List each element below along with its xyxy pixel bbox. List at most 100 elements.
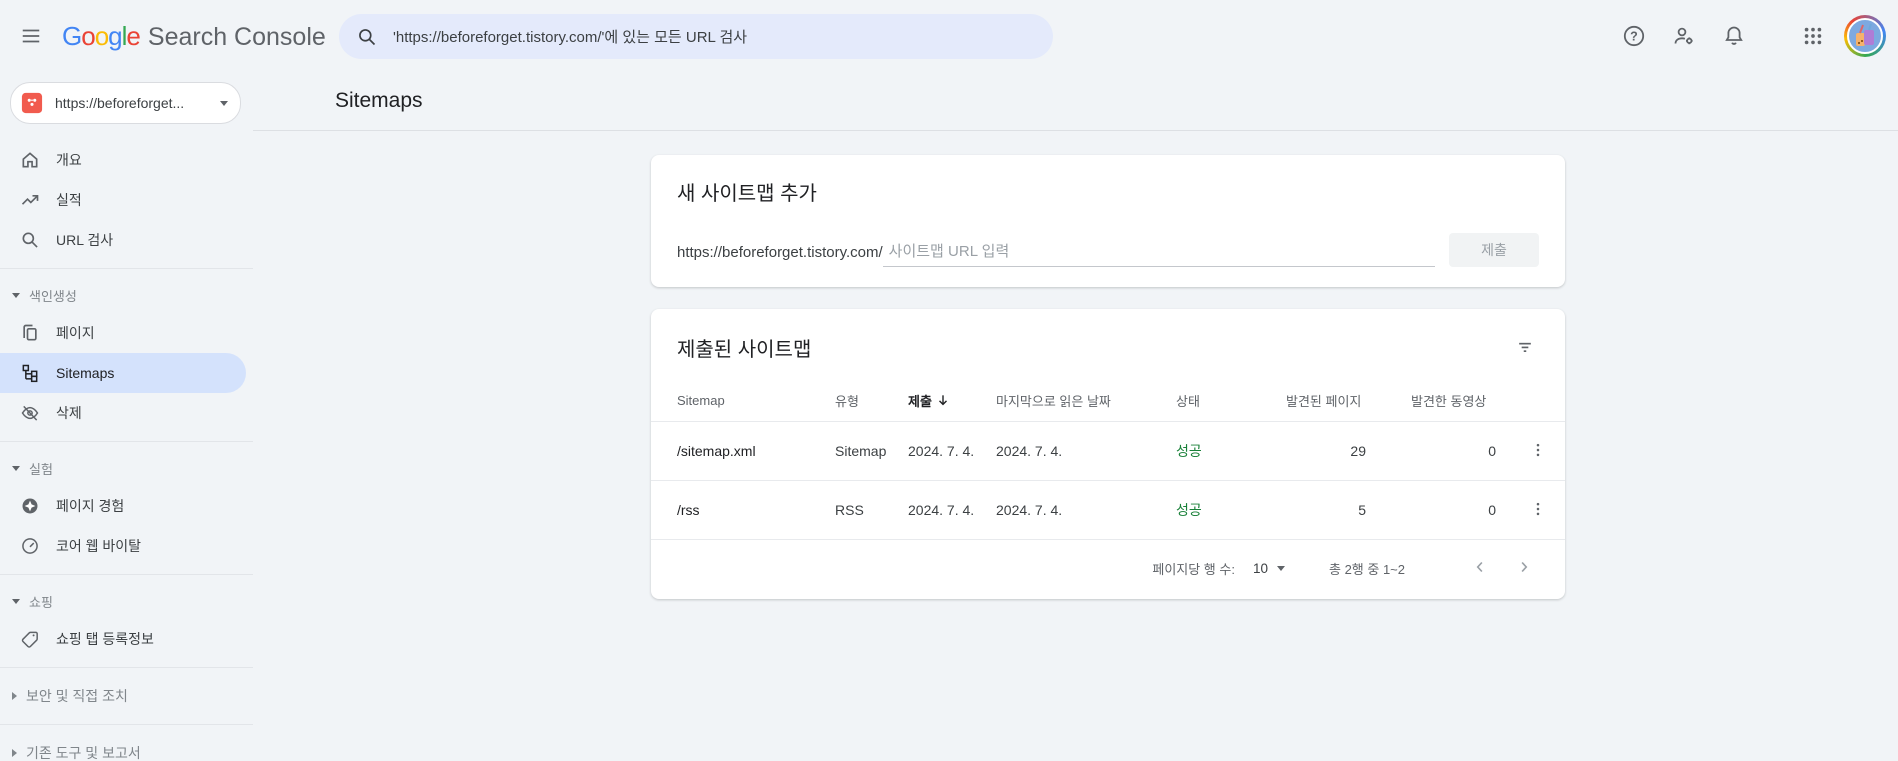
submit-sitemap-button[interactable]: 제출: [1449, 233, 1539, 267]
top-bar: Google Search Console ?: [0, 0, 1898, 72]
sidebar-item-pages[interactable]: 페이지: [0, 313, 253, 353]
caret-down-icon: [12, 465, 20, 471]
chevron-right-icon[interactable]: [1511, 554, 1537, 583]
logo-product-name: Search Console: [147, 22, 326, 51]
speedometer-icon: [20, 536, 40, 556]
table-row[interactable]: /sitemap.xml Sitemap 2024. 7. 4. 2024. 7…: [651, 421, 1565, 481]
sidebar-item-page-experience[interactable]: 페이지 경험: [0, 486, 253, 526]
apps-grid-icon[interactable]: [1796, 19, 1830, 53]
logo-letter: o: [94, 20, 110, 51]
rows-per-page-label: 페이지당 행 수:: [1152, 562, 1235, 577]
submitted-sitemaps-header: 제출된 사이트맵: [651, 309, 1565, 363]
shopping-tag-icon: [20, 629, 40, 649]
sidebar-section-legacy-tools[interactable]: 기존 도구 및 보고서: [0, 733, 253, 761]
chevron-left-icon[interactable]: [1467, 554, 1493, 583]
table-row[interactable]: /rss RSS 2024. 7. 4. 2024. 7. 4. 성공 5 0: [651, 480, 1565, 539]
sitemap-url-input[interactable]: [882, 243, 1435, 267]
submitted-sitemaps-card: 제출된 사이트맵 Sitemap 유형 제출 마지막으로 읽은 날짜 상태 발견…: [651, 309, 1565, 599]
url-inspection-search-bar[interactable]: [339, 14, 1053, 59]
divider: [0, 667, 253, 668]
property-favicon: [19, 90, 45, 116]
sidebar-item-label: 페이지 경험: [56, 498, 125, 514]
section-title: 기존 도구 및 보고서: [26, 745, 141, 761]
divider: [0, 268, 253, 269]
sidebar-section-indexing[interactable]: 색인생성: [0, 277, 253, 313]
cell-pages: 5: [1286, 480, 1411, 539]
cell-sitemap: /sitemap.xml: [651, 421, 835, 481]
logo-letter: G: [62, 20, 82, 51]
logo-letter: e: [126, 20, 141, 51]
cell-pages: 29: [1286, 421, 1411, 481]
pages-copy-icon: [20, 323, 40, 343]
page-title-bar: Sitemaps: [253, 72, 1898, 131]
notifications-bell-icon[interactable]: [1716, 18, 1752, 54]
sidebar-section-shopping[interactable]: 쇼핑: [0, 583, 253, 619]
filter-icon[interactable]: [1509, 331, 1541, 363]
col-submitted-label: 제출: [908, 393, 932, 409]
col-actions: [1511, 379, 1565, 422]
add-sitemap-row: https://beforeforget.tistory.com/ 제출: [677, 233, 1539, 267]
google-search-console-logo[interactable]: Google Search Console: [62, 21, 326, 52]
search-input[interactable]: [391, 27, 1035, 46]
divider: [0, 441, 253, 442]
add-sitemap-card: 새 사이트맵 추가 https://beforeforget.tistory.c…: [651, 155, 1565, 287]
user-settings-icon[interactable]: [1666, 18, 1702, 54]
sidebar-item-label: 페이지: [56, 325, 95, 341]
rows-per-page-value: 10: [1252, 561, 1268, 576]
page-experience-icon: [20, 496, 40, 516]
col-sitemap[interactable]: Sitemap: [651, 379, 835, 422]
svg-text:?: ?: [1630, 29, 1638, 43]
cell-submitted: 2024. 7. 4.: [908, 480, 996, 539]
caret-down-icon: [220, 100, 228, 106]
section-title: 색인생성: [29, 288, 77, 304]
avatar[interactable]: [1844, 15, 1886, 57]
kebab-menu-icon[interactable]: [1525, 437, 1551, 466]
property-selector[interactable]: https://beforeforget...: [10, 82, 241, 124]
help-icon[interactable]: ?: [1616, 18, 1652, 54]
home-icon: [20, 150, 40, 170]
sidebar-item-overview[interactable]: 개요: [0, 140, 253, 180]
cell-submitted: 2024. 7. 4.: [908, 421, 996, 481]
sidebar-item-performance[interactable]: 실적: [0, 180, 253, 220]
sidebar-section-experience[interactable]: 실험: [0, 450, 253, 486]
sidebar-item-shopping-tab-listings[interactable]: 쇼핑 탭 등록정보: [0, 619, 253, 659]
table-pagination: 페이지당 행 수: 10 총 2행 중 1~2: [651, 539, 1565, 597]
sidebar-item-label: Sitemaps: [56, 365, 115, 381]
avatar-image: [1847, 18, 1883, 54]
cell-last-read: 2024. 7. 4.: [996, 421, 1176, 481]
section-title: 실험: [29, 461, 53, 477]
kebab-menu-icon[interactable]: [1525, 496, 1551, 525]
property-label: https://beforeforget...: [55, 95, 185, 111]
col-type[interactable]: 유형: [835, 379, 908, 422]
sidebar-item-removals[interactable]: 삭제: [0, 393, 253, 433]
trending-up-icon: [20, 190, 40, 210]
col-submitted[interactable]: 제출: [908, 379, 996, 422]
sidebar-section-security-manual-actions[interactable]: 보안 및 직접 조치: [0, 676, 253, 716]
sitemaps-table: Sitemap 유형 제출 마지막으로 읽은 날짜 상태 발견된 페이지 발견한…: [651, 379, 1565, 539]
cell-type: Sitemap: [835, 421, 908, 481]
rows-per-page-select[interactable]: 10: [1253, 561, 1285, 576]
col-last-read[interactable]: 마지막으로 읽은 날짜: [996, 379, 1176, 422]
pagination-range: 총 2행 중 1~2: [1329, 562, 1405, 577]
hamburger-icon[interactable]: [14, 19, 48, 53]
sidebar-item-core-web-vitals[interactable]: 코어 웹 바이탈: [0, 526, 253, 566]
col-status[interactable]: 상태: [1176, 379, 1286, 422]
search-icon: [357, 27, 377, 47]
sidebar-item-label: 실적: [56, 192, 82, 208]
logo-letter: o: [81, 20, 96, 51]
sort-desc-icon: [938, 395, 947, 406]
divider: [0, 574, 253, 575]
sidebar-item-label: 코어 웹 바이탈: [56, 538, 142, 554]
sidebar-item-label: 쇼핑 탭 등록정보: [56, 631, 154, 647]
top-bar-actions: ?: [1616, 0, 1886, 72]
caret-down-icon: [1277, 566, 1285, 571]
col-discovered-videos[interactable]: 발견한 동영상: [1411, 379, 1511, 422]
section-title: 쇼핑: [29, 594, 53, 610]
sidebar-item-url-inspection[interactable]: URL 검사: [0, 220, 253, 260]
col-discovered-pages[interactable]: 발견된 페이지: [1286, 379, 1411, 422]
sidebar-item-sitemaps[interactable]: Sitemaps: [0, 353, 246, 393]
cell-videos: 0: [1411, 421, 1511, 481]
cell-videos: 0: [1411, 480, 1511, 539]
sidebar: https://beforeforget... 개요 실적 URL 검사 색인생…: [0, 72, 253, 761]
page-title: Sitemaps: [335, 89, 423, 112]
